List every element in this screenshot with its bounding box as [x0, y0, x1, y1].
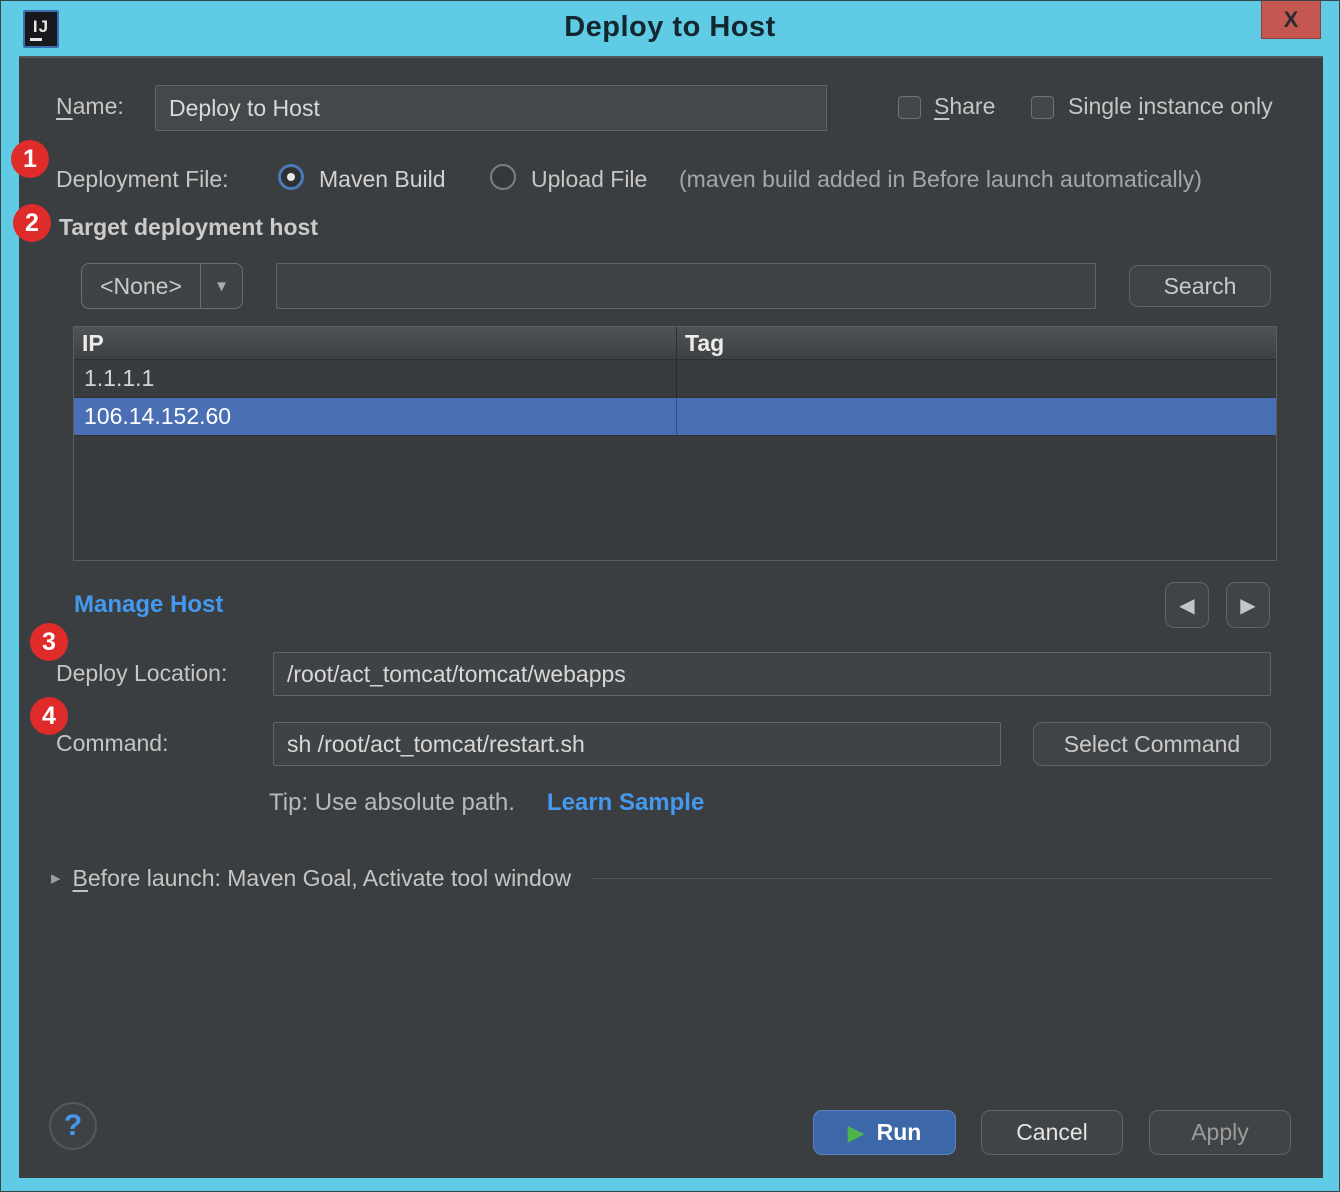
maven-build-radio[interactable] [278, 164, 304, 190]
arrow-right-icon: ▶ [1240, 593, 1255, 618]
chevron-right-icon: ▸ [51, 869, 61, 888]
intellij-logo-icon: IJ [23, 10, 59, 48]
column-header-ip[interactable]: IP [74, 327, 677, 359]
dialog-body: Name: Share Single instance only Deploym… [19, 56, 1323, 1178]
help-icon: ? [64, 1109, 82, 1143]
command-input[interactable] [273, 722, 1001, 766]
host-table-header: IP Tag [74, 327, 1276, 360]
name-label: Name: [56, 93, 124, 120]
command-label: Command: [56, 730, 168, 757]
host-filter-dropdown[interactable]: <None> ▼ [81, 263, 243, 309]
share-checkbox[interactable] [898, 96, 921, 119]
learn-sample-link[interactable]: Learn Sample [547, 789, 704, 817]
single-instance-checkbox[interactable] [1031, 96, 1054, 119]
select-command-button[interactable]: Select Command [1033, 722, 1271, 766]
run-button[interactable]: ▶ Run [813, 1110, 956, 1155]
previous-page-button[interactable]: ◀ [1165, 582, 1209, 628]
deploy-location-input[interactable] [273, 652, 1271, 696]
table-row[interactable]: 106.14.152.60 [74, 398, 1276, 436]
column-header-tag[interactable]: Tag [677, 327, 1276, 359]
share-label: Share [934, 93, 995, 120]
single-instance-label: Single instance only [1068, 93, 1273, 120]
titlebar: Deploy to Host IJ X [1, 1, 1339, 56]
name-input[interactable] [155, 85, 827, 131]
annotation-badge-4: 4 [30, 697, 68, 735]
cell-tag [677, 398, 1276, 435]
next-page-button[interactable]: ▶ [1226, 582, 1270, 628]
play-icon: ▶ [848, 1122, 865, 1144]
chevron-down-icon: ▼ [201, 264, 242, 308]
tip-row: Tip: Use absolute path. Learn Sample [269, 789, 704, 817]
cell-tag [677, 360, 1276, 397]
upload-file-label: Upload File [531, 166, 647, 193]
deployment-file-label: Deployment File: [56, 166, 229, 193]
annotation-badge-1: 1 [11, 140, 49, 178]
window-title: Deploy to Host [1, 1, 1339, 56]
help-button[interactable]: ? [49, 1102, 97, 1150]
cancel-button[interactable]: Cancel [981, 1110, 1123, 1155]
arrow-left-icon: ◀ [1179, 593, 1194, 618]
target-host-section-label: Target deployment host [59, 214, 318, 241]
before-launch-toggle[interactable]: ▸ Before launch: Maven Goal, Activate to… [51, 865, 1273, 892]
annotation-badge-3: 3 [30, 623, 68, 661]
cell-ip: 1.1.1.1 [74, 360, 677, 397]
apply-button[interactable]: Apply [1149, 1110, 1291, 1155]
host-filter-value: <None> [82, 264, 201, 308]
host-search-input[interactable] [276, 263, 1096, 309]
host-table: IP Tag 1.1.1.1 106.14.152.60 [73, 326, 1277, 561]
table-row[interactable]: 1.1.1.1 [74, 360, 1276, 398]
deploy-to-host-window: Deploy to Host IJ X Name: Share Single i… [0, 0, 1340, 1192]
cell-ip: 106.14.152.60 [74, 398, 677, 435]
manage-host-link[interactable]: Manage Host [74, 591, 223, 619]
close-button[interactable]: X [1261, 1, 1321, 39]
search-button[interactable]: Search [1129, 265, 1271, 307]
deployment-file-note: (maven build added in Before launch auto… [679, 166, 1202, 193]
upload-file-radio[interactable] [490, 164, 516, 190]
deploy-location-label: Deploy Location: [56, 660, 227, 687]
section-divider [591, 878, 1273, 879]
maven-build-label: Maven Build [319, 166, 446, 193]
close-icon: X [1284, 7, 1299, 33]
tip-text: Tip: Use absolute path. [269, 789, 515, 817]
before-launch-label: Before launch: Maven Goal, Activate tool… [73, 865, 572, 892]
annotation-badge-2: 2 [13, 204, 51, 242]
